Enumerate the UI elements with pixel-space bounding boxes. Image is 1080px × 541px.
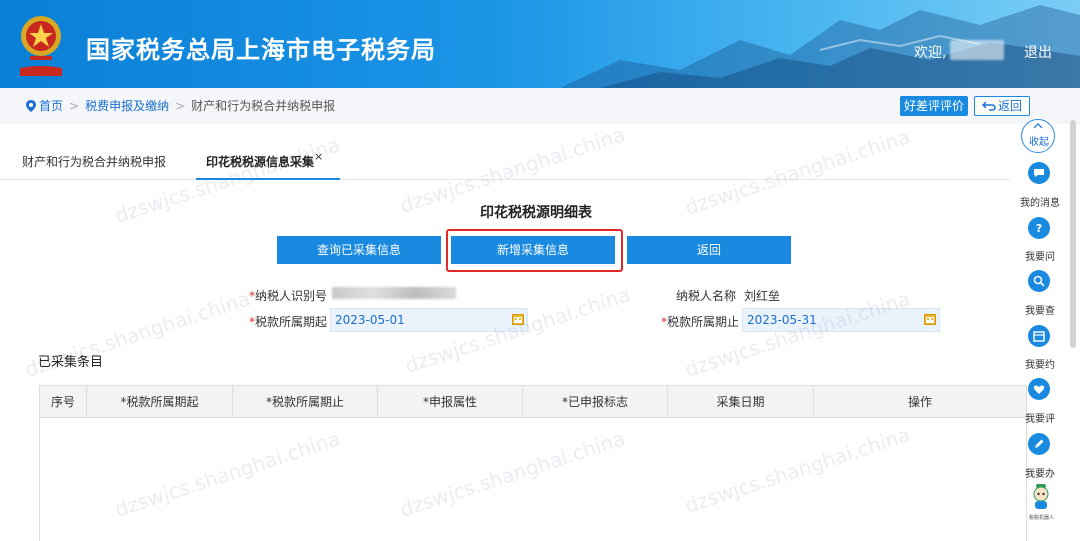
welcome-text: 欢迎, bbox=[914, 45, 947, 61]
robot-assistant-icon[interactable] bbox=[1030, 484, 1052, 510]
collected-items-table: 序号 *税款所属期起 *税款所属期止 *申报属性 *已申报标志 采集日期 操作 bbox=[39, 385, 1027, 541]
period-end-label: *税款所属期止 bbox=[661, 315, 740, 329]
column-header-actions: 操作 bbox=[907, 395, 932, 409]
robot-label: 税税机器人 bbox=[1029, 515, 1055, 521]
username-redacted bbox=[950, 40, 1004, 60]
sidebar-item-ask[interactable]: 我要问 bbox=[1020, 248, 1060, 263]
pen-icon[interactable] bbox=[1028, 433, 1050, 455]
logout-link[interactable]: 退出 bbox=[1024, 42, 1052, 62]
chevron-up-icon bbox=[1033, 123, 1043, 129]
sidebar-item-handle[interactable]: 我要办 bbox=[1020, 465, 1060, 480]
column-header-period-start: *税款所属期起 bbox=[87, 386, 233, 418]
period-start-label: *税款所属期起 bbox=[249, 315, 328, 329]
header-banner: 国家税务总局上海市电子税务局 欢迎, 退出 bbox=[0, 0, 1080, 88]
query-collected-button[interactable]: 查询已采集信息 bbox=[277, 236, 441, 264]
site-title: 国家税务总局上海市电子税务局 bbox=[86, 36, 436, 64]
top-back-button[interactable]: 返回 bbox=[974, 96, 1030, 116]
calendar-icon[interactable] bbox=[1028, 325, 1050, 347]
breadcrumb-home-label: 首页 bbox=[39, 99, 64, 113]
column-header-period-end: *税款所属期止 bbox=[233, 386, 378, 418]
collected-items-title: 已采集条目 bbox=[38, 355, 104, 370]
tab-property-tax-filing[interactable]: 财产和行为税合并纳税申报 bbox=[22, 153, 166, 170]
column-header-declared-flag: *已申报标志 bbox=[523, 386, 668, 418]
table-header: 序号 *税款所属期起 *税款所属期止 *申报属性 *已申报标志 采集日期 操作 bbox=[40, 386, 1026, 418]
highlight-box bbox=[446, 229, 623, 272]
taxpayer-id-label: *纳税人识别号 bbox=[249, 289, 328, 303]
column-header-collect-date: 采集日期 bbox=[668, 386, 814, 418]
tab-bar: 财产和行为税合并纳税申报 印花税税源信息采集 bbox=[0, 148, 1010, 180]
taxpayer-name-label: 纳税人名称 bbox=[676, 289, 737, 303]
period-end-input[interactable]: 2023-05-31 bbox=[742, 308, 940, 332]
column-header-declare-attr: *申报属性 bbox=[378, 386, 523, 418]
tax-emblem-icon bbox=[20, 16, 62, 76]
sidebar-item-messages[interactable]: 我的消息 bbox=[1020, 194, 1060, 209]
taxpayer-name-value: 刘红垒 bbox=[744, 289, 781, 303]
calendar-icon[interactable] bbox=[924, 313, 936, 325]
breadcrumb-home[interactable]: 首页 bbox=[26, 97, 63, 114]
breadcrumb: 首页 > 税费申报及缴纳 > 财产和行为税合并纳税申报 bbox=[26, 97, 335, 114]
sidebar-item-query[interactable]: 我要查 bbox=[1020, 302, 1060, 317]
sidebar-item-appointment[interactable]: 我要约 bbox=[1020, 356, 1060, 371]
location-pin-icon bbox=[26, 99, 36, 112]
tab-close-icon[interactable]: × bbox=[314, 150, 323, 163]
breadcrumb-current: 财产和行为税合并纳税申报 bbox=[191, 99, 336, 113]
breadcrumb-separator: > bbox=[175, 98, 186, 113]
breadcrumb-separator: > bbox=[69, 98, 80, 113]
message-icon[interactable] bbox=[1028, 162, 1050, 184]
return-button[interactable]: 返回 bbox=[627, 236, 791, 264]
top-back-label: 返回 bbox=[997, 99, 1022, 113]
collapse-label: 收起 bbox=[1029, 137, 1049, 148]
undo-arrow-icon bbox=[981, 101, 996, 111]
watermark-text: dzswjcs.shanghai.china bbox=[112, 132, 343, 228]
sidebar-item-evaluate[interactable]: 我要评 bbox=[1020, 410, 1060, 425]
period-start-input[interactable]: 2023-05-01 bbox=[330, 308, 528, 332]
breadcrumb-tax-filing[interactable]: 税费申报及缴纳 bbox=[85, 97, 169, 114]
tab-stamp-tax-collection[interactable]: 印花税税源信息采集 bbox=[206, 153, 314, 170]
search-icon[interactable] bbox=[1028, 270, 1050, 292]
column-header-index: 序号 bbox=[40, 386, 87, 418]
active-tab-indicator bbox=[196, 178, 340, 180]
question-icon[interactable]: ? bbox=[1028, 217, 1050, 239]
scrollbar-thumb[interactable] bbox=[1070, 120, 1076, 348]
calendar-icon[interactable] bbox=[512, 313, 524, 325]
page-title: 印花税税源明细表 bbox=[480, 205, 592, 221]
heart-icon[interactable] bbox=[1028, 378, 1050, 400]
taxpayer-id-redacted bbox=[332, 287, 456, 299]
evaluate-button[interactable]: 好差评评价 bbox=[900, 96, 969, 116]
